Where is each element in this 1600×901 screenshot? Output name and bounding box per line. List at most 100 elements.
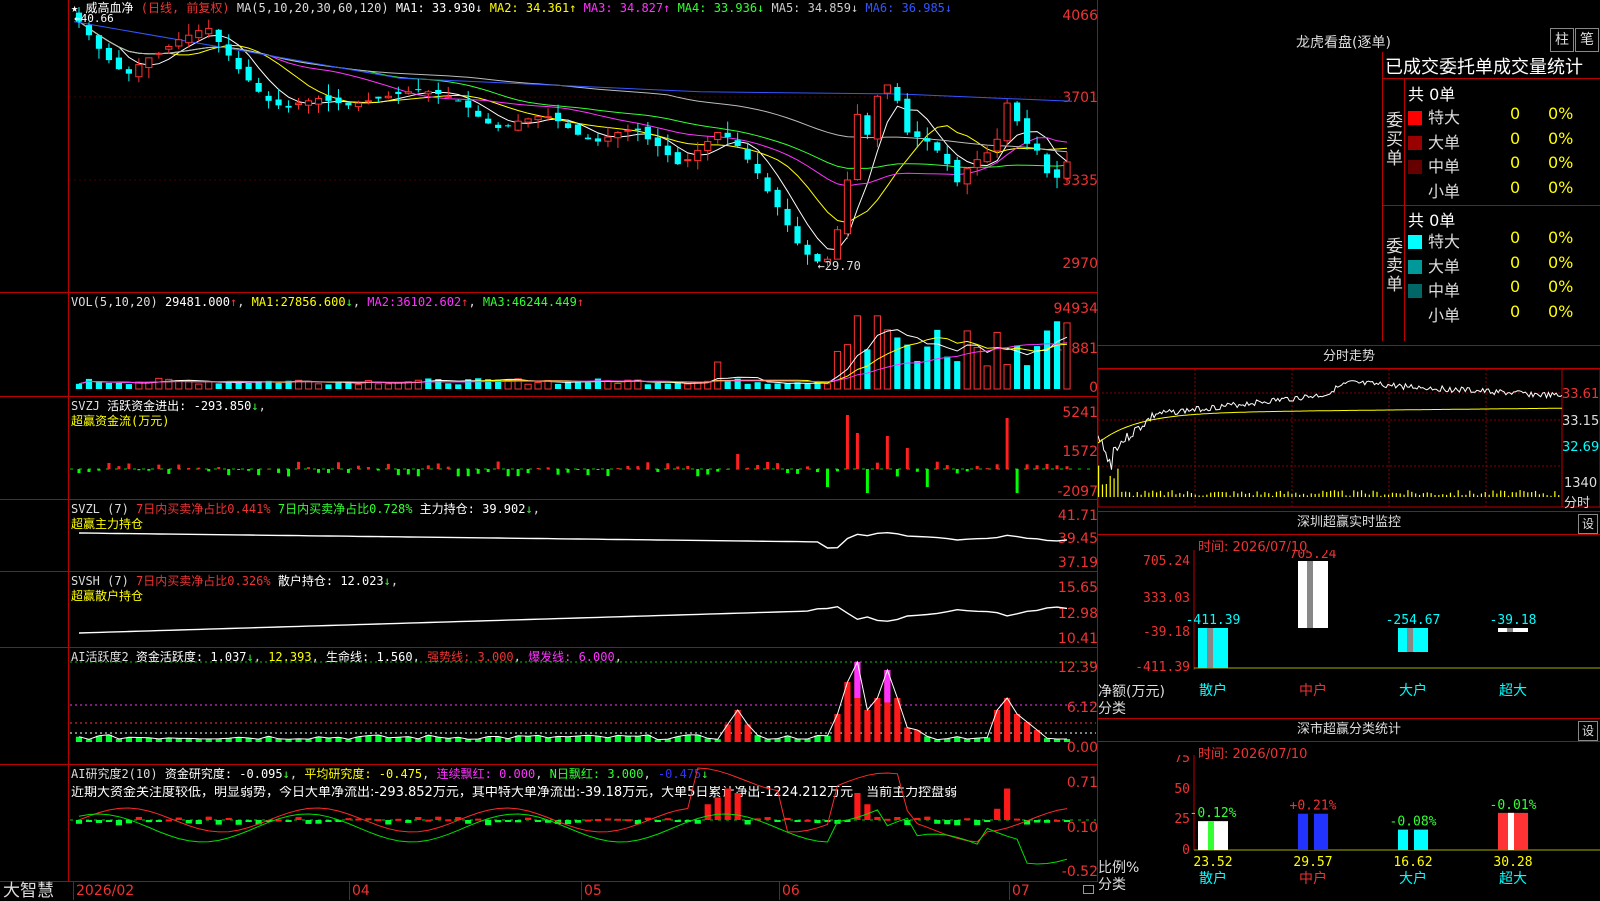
- volume-bar: [833, 350, 842, 390]
- intraday-vol-bar: [1372, 490, 1374, 497]
- activity-bar: [634, 736, 641, 742]
- volume-bar: [744, 383, 751, 389]
- research-bar: [485, 820, 492, 826]
- volume-bar: [644, 384, 651, 389]
- research-red-line: [78, 767, 1068, 843]
- volume-bar: [155, 377, 163, 390]
- monitor-category-label: 散户: [1199, 682, 1227, 699]
- svzj-bar: [646, 462, 650, 469]
- candle-body: [853, 113, 862, 181]
- intraday-chart[interactable]: [1098, 369, 1600, 509]
- volume-bar: [195, 383, 203, 390]
- research-bar: [704, 804, 711, 820]
- lock-icon[interactable]: [1083, 885, 1094, 894]
- svzj-bar: [516, 469, 520, 477]
- research-bar: [774, 820, 781, 822]
- intraday-vol-bar: [1190, 492, 1192, 497]
- intraday-vol-bar: [1140, 494, 1142, 497]
- tick-view-button[interactable]: 笔: [1575, 28, 1599, 52]
- activity-bar: [1014, 714, 1021, 742]
- intraday-vol-bar: [1302, 493, 1305, 497]
- dragon-tabs[interactable]: 已成交委托单成交量统计: [1382, 52, 1600, 79]
- volume-bar: [714, 361, 722, 390]
- intraday-titlebar[interactable]: 分时走势: [1098, 345, 1600, 369]
- classify-settings-button[interactable]: 设: [1578, 721, 1598, 741]
- svzl-line: [78, 531, 1068, 549]
- research-bar: [914, 817, 921, 820]
- intraday-vol-bar: [1225, 492, 1227, 497]
- research-bar: [994, 808, 1001, 820]
- intraday-vol-bar: [1542, 493, 1544, 497]
- candle-body: [205, 27, 213, 35]
- intraday-vol-unit: 分时: [1564, 496, 1591, 511]
- research-bar: [584, 819, 592, 822]
- monitor-axis-label: 705.24: [1143, 554, 1190, 569]
- intraday-vol-bar: [1167, 491, 1169, 497]
- intraday-vol-bar: [1442, 494, 1444, 497]
- candle-body: [883, 84, 891, 94]
- candle-body: [285, 105, 292, 108]
- classify-titlebar[interactable]: 深市超赢分类统计 设: [1098, 718, 1600, 742]
- candle-body: [475, 110, 482, 117]
- intraday-vol-bar: [1132, 495, 1134, 497]
- main-chart-area[interactable]: ★ 威高血净 (日线, 前复权) MA(5,10,20,30,60,120) M…: [0, 0, 1098, 881]
- intraday-vol-bar: [1241, 491, 1243, 497]
- ma-line-6: [73, 21, 1073, 102]
- chart-canvas[interactable]: ←40.66 ←29.70: [0, 0, 1098, 881]
- research-bar: [604, 818, 612, 821]
- monitor-value-label: -411.39: [1186, 613, 1241, 628]
- candle-body: [564, 123, 572, 128]
- buy-pct: 0%: [1548, 128, 1574, 148]
- research-bar: [824, 820, 831, 822]
- buy-type-label: 特大: [1428, 108, 1461, 127]
- intraday-vol-bar: [1333, 490, 1336, 497]
- svzj-bar: [137, 469, 141, 471]
- volume-bar: [504, 380, 512, 390]
- candle-body: [924, 138, 931, 142]
- volume-bar: [75, 383, 83, 389]
- svzj-bar: [835, 469, 839, 472]
- monitor-settings-button[interactable]: 设: [1578, 514, 1598, 534]
- intraday-vol-bar: [1476, 495, 1479, 497]
- intraday-vol-bar: [1179, 492, 1181, 497]
- svzj-bar: [975, 465, 979, 469]
- column-view-button[interactable]: 柱: [1550, 28, 1574, 52]
- intraday-vol-bar: [1125, 491, 1127, 497]
- activity-bar: [524, 736, 532, 742]
- candle-body: [435, 89, 442, 95]
- monitor-titlebar[interactable]: 深圳超赢实时监控 设: [1098, 511, 1600, 535]
- candle-body: [864, 115, 871, 135]
- svzj-bar: [97, 469, 101, 471]
- sell-row-2: 大单 0 0%: [1408, 253, 1598, 277]
- intraday-vol-axis: 1340: [1564, 476, 1598, 491]
- monitor-axis-label: -411.39: [1135, 660, 1190, 675]
- date-tick: [779, 882, 780, 900]
- svzj-bar: [117, 466, 121, 469]
- date-tick: [581, 882, 582, 900]
- svzj-bar: [1035, 465, 1039, 469]
- classify-delta-label: -0.12%: [1190, 806, 1237, 821]
- svzj-bar: [656, 469, 660, 472]
- classify-value-label: 16.62: [1393, 855, 1432, 870]
- intraday-vol-bar: [1345, 495, 1347, 497]
- svzj-bar: [1055, 465, 1059, 469]
- date-label: 06: [782, 883, 800, 899]
- research-bar: [165, 819, 172, 822]
- dragon-tabs-label[interactable]: 已成交委托单成交量统计: [1385, 53, 1583, 79]
- monitor-value-label: 705.24: [1290, 550, 1337, 562]
- research-bar: [175, 817, 182, 820]
- intraday-vol-bar: [1484, 492, 1486, 497]
- svzj-bar: [716, 469, 720, 472]
- research-bar: [1004, 788, 1011, 820]
- candle-body: [604, 136, 612, 142]
- intraday-vol-bar: [1256, 491, 1258, 497]
- candle-body: [594, 138, 602, 142]
- svzj-bar: [726, 468, 730, 470]
- intraday-vol-bar: [1353, 490, 1355, 497]
- svzj-bar: [87, 469, 91, 472]
- date-label: 05: [584, 883, 602, 899]
- svzj-bar: [197, 467, 201, 469]
- activity-bar: [844, 682, 851, 742]
- classify-value-label: 23.52: [1193, 855, 1232, 870]
- brand-logo[interactable]: 大智慧: [3, 882, 54, 901]
